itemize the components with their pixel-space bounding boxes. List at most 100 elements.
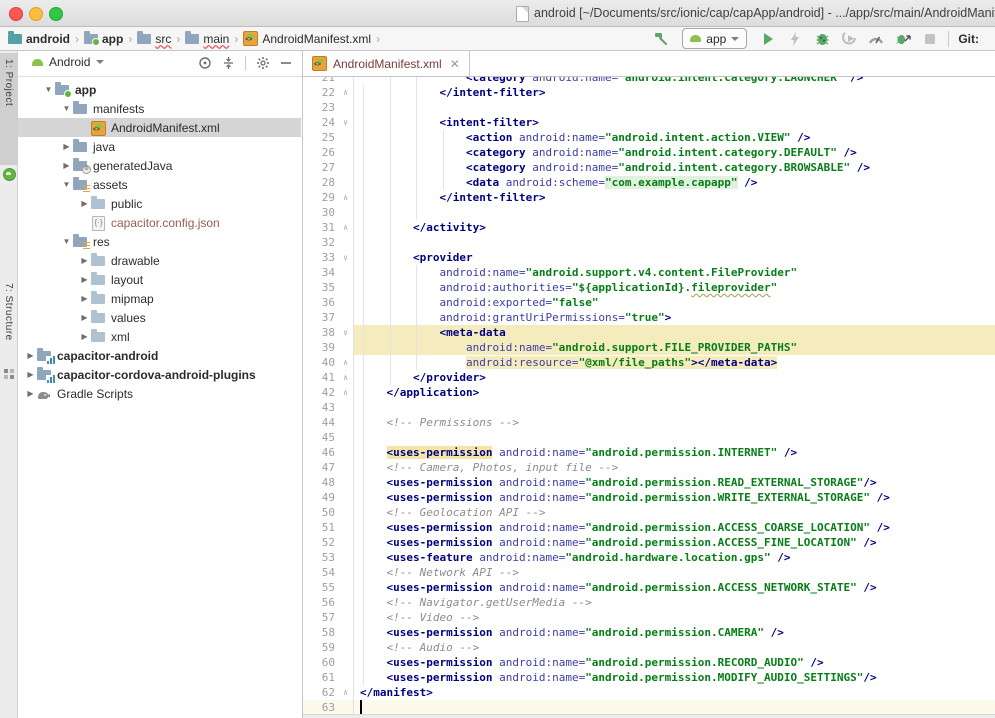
code-line-42[interactable]: 42∧ </application>	[303, 385, 995, 400]
code-line-54[interactable]: 54 <!-- Network API -->	[303, 565, 995, 580]
tree-chevron-icon[interactable]: ▼	[42, 85, 55, 94]
project-view-selector[interactable]: Android	[32, 55, 104, 69]
code-line-22[interactable]: 22∧ </intent-filter>	[303, 85, 995, 100]
tree-chevron-icon[interactable]: ▶	[78, 199, 91, 208]
code-line-50[interactable]: 50 <!-- Geolocation API -->	[303, 505, 995, 520]
tree-chevron-icon[interactable]: ▶	[60, 161, 73, 170]
code-line-33[interactable]: 33∨ <provider	[303, 250, 995, 265]
tree-chevron-icon[interactable]: ▼	[60, 104, 73, 113]
tree-chevron-icon[interactable]: ▶	[78, 313, 91, 322]
breadcrumb-item-android[interactable]: android	[8, 32, 70, 46]
fold-marker-icon[interactable]: ∨	[339, 325, 352, 340]
tree-chevron-icon[interactable]: ▶	[60, 142, 73, 151]
code-line-25[interactable]: 25 <action android:name="android.intent.…	[303, 130, 995, 145]
tree-chevron-icon[interactable]: ▶	[24, 389, 37, 398]
code-line-62[interactable]: 62∧</manifest>	[303, 685, 995, 700]
code-line-35[interactable]: 35 android:authorities="${applicationId}…	[303, 280, 995, 295]
tree-item-values[interactable]: ▶values	[18, 308, 301, 327]
breadcrumb-item-app[interactable]: app	[84, 32, 123, 46]
tree-item-capacitor-cordova-android-plugins[interactable]: ▶capacitor-cordova-android-plugins	[18, 365, 301, 384]
code-line-24[interactable]: 24∨ <intent-filter>	[303, 115, 995, 130]
code-line-21[interactable]: 21 <category android:name="android.inten…	[303, 77, 995, 85]
build-hammer-icon[interactable]	[652, 30, 670, 48]
minimize-window-button[interactable]	[29, 7, 43, 21]
code-line-44[interactable]: 44 <!-- Permissions -->	[303, 415, 995, 430]
fold-marker-icon[interactable]: ∧	[339, 370, 352, 385]
code-line-34[interactable]: 34 android:name="android.support.v4.cont…	[303, 265, 995, 280]
code-line-30[interactable]: 30	[303, 205, 995, 220]
breadcrumb-item-src[interactable]: src	[137, 32, 171, 46]
tree-chevron-icon[interactable]: ▶	[78, 256, 91, 265]
zoom-window-button[interactable]	[49, 7, 63, 21]
tree-item-manifests[interactable]: ▼manifests	[18, 99, 301, 118]
code-line-41[interactable]: 41∧ </provider>	[303, 370, 995, 385]
tree-chevron-icon[interactable]: ▶	[78, 332, 91, 341]
code-line-26[interactable]: 26 <category android:name="android.inten…	[303, 145, 995, 160]
code-line-40[interactable]: 40∧ android:resource="@xml/file_paths"><…	[303, 355, 995, 370]
tree-item-generatedjava[interactable]: ▶⚙generatedJava	[18, 156, 301, 175]
fold-marker-icon[interactable]: ∧	[339, 85, 352, 100]
code-line-60[interactable]: 60 <uses-permission android:name="androi…	[303, 655, 995, 670]
code-line-55[interactable]: 55 <uses-permission android:name="androi…	[303, 580, 995, 595]
profiler-icon[interactable]	[867, 30, 885, 48]
code-line-51[interactable]: 51 <uses-permission android:name="androi…	[303, 520, 995, 535]
stop-button[interactable]	[921, 30, 939, 48]
tree-item-layout[interactable]: ▶layout	[18, 270, 301, 289]
tab-androidmanifest[interactable]: AndroidManifest.xml ✕	[303, 51, 470, 76]
tree-item-java[interactable]: ▶java	[18, 137, 301, 156]
tree-chevron-icon[interactable]: ▶	[24, 370, 37, 379]
run-with-coverage-icon[interactable]	[840, 30, 858, 48]
project-tool-window-label[interactable]: 1: Project	[3, 59, 14, 106]
run-button[interactable]	[759, 30, 777, 48]
code-line-23[interactable]: 23	[303, 100, 995, 115]
tree-chevron-icon[interactable]: ▼	[60, 237, 73, 246]
tree-chevron-icon[interactable]: ▶	[78, 275, 91, 284]
code-line-38[interactable]: 38∨ <meta-data	[303, 325, 995, 340]
code-line-47[interactable]: 47 <!-- Camera, Photos, input file -->	[303, 460, 995, 475]
tree-item-gradle-scripts[interactable]: ▶Gradle Scripts	[18, 384, 301, 403]
tree-item-res[interactable]: ▼res	[18, 232, 301, 251]
code-line-31[interactable]: 31∧ </activity>	[303, 220, 995, 235]
tree-chevron-icon[interactable]: ▶	[24, 351, 37, 360]
tree-item-androidmanifest-xml[interactable]: AndroidManifest.xml	[18, 118, 301, 137]
code-line-57[interactable]: 57 <!-- Video -->	[303, 610, 995, 625]
code-line-43[interactable]: 43	[303, 400, 995, 415]
code-line-27[interactable]: 27 <category android:name="android.inten…	[303, 160, 995, 175]
tree-item-capacitor-config-json[interactable]: {·}capacitor.config.json	[18, 213, 301, 232]
fold-marker-icon[interactable]: ∧	[339, 685, 352, 700]
code-line-49[interactable]: 49 <uses-permission android:name="androi…	[303, 490, 995, 505]
tree-item-public[interactable]: ▶public	[18, 194, 301, 213]
run-configuration-dropdown[interactable]: app	[682, 28, 747, 49]
gear-icon[interactable]	[256, 56, 270, 70]
code-line-48[interactable]: 48 <uses-permission android:name="androi…	[303, 475, 995, 490]
code-line-36[interactable]: 36 android:exported="false"	[303, 295, 995, 310]
code-line-56[interactable]: 56 <!-- Navigator.getUserMedia -->	[303, 595, 995, 610]
hide-panel-icon[interactable]	[280, 57, 292, 69]
build-variants-icon[interactable]	[4, 369, 14, 379]
close-icon[interactable]: ✕	[450, 57, 460, 71]
fold-marker-icon[interactable]: ∧	[339, 220, 352, 235]
tree-chevron-icon[interactable]: ▶	[78, 294, 91, 303]
locate-icon[interactable]	[198, 56, 212, 70]
code-line-52[interactable]: 52 <uses-permission android:name="androi…	[303, 535, 995, 550]
code-line-28[interactable]: 28 <data android:scheme="com.example.cap…	[303, 175, 995, 190]
tree-item-mipmap[interactable]: ▶mipmap	[18, 289, 301, 308]
code-line-29[interactable]: 29∧ </intent-filter>	[303, 190, 995, 205]
code-line-63[interactable]: 63	[303, 700, 995, 715]
code-editor[interactable]: 21 <category android:name="android.inten…	[303, 77, 995, 718]
fold-marker-icon[interactable]: ∧	[339, 190, 352, 205]
tree-item-app[interactable]: ▼app	[18, 80, 301, 99]
tree-item-assets[interactable]: ▼assets	[18, 175, 301, 194]
code-line-53[interactable]: 53 <uses-feature android:name="android.h…	[303, 550, 995, 565]
fold-marker-icon[interactable]: ∨	[339, 115, 352, 130]
fold-marker-icon[interactable]: ∧	[339, 385, 352, 400]
code-line-45[interactable]: 45	[303, 430, 995, 445]
code-line-39[interactable]: 39 android:name="android.support.FILE_PR…	[303, 340, 995, 355]
code-line-58[interactable]: 58 <uses-permission android:name="androi…	[303, 625, 995, 640]
fold-marker-icon[interactable]: ∧	[339, 355, 352, 370]
attach-debugger-icon[interactable]	[894, 30, 912, 48]
debug-button[interactable]	[813, 30, 831, 48]
collapse-all-icon[interactable]	[222, 56, 235, 70]
code-line-37[interactable]: 37 android:grantUriPermissions="true">	[303, 310, 995, 325]
breadcrumb-item-androidmanifest-xml[interactable]: AndroidManifest.xml	[243, 31, 371, 46]
